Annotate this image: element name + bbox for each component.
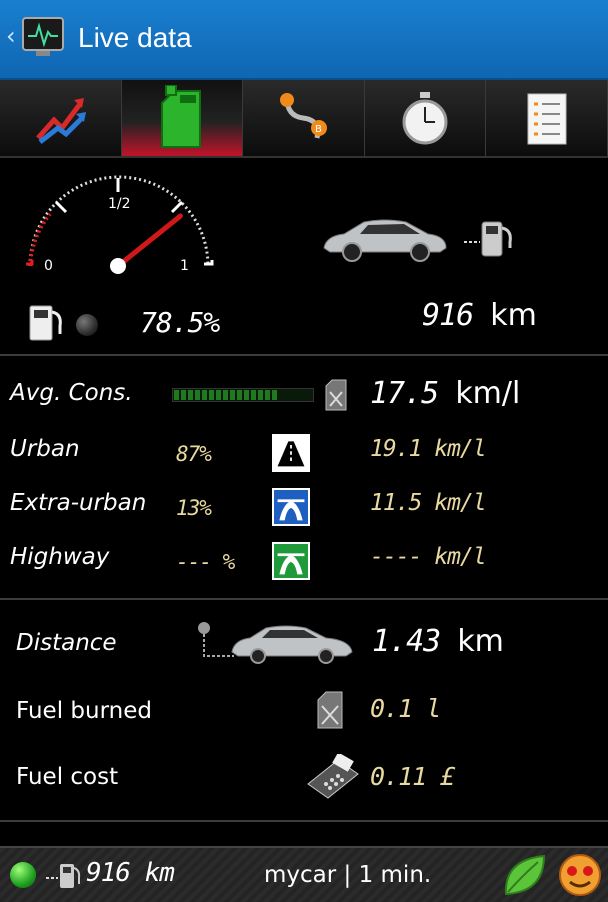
eco-leaf-icon[interactable]	[500, 852, 548, 898]
fuel-indicator-dot	[76, 314, 98, 336]
range-value: 916 km	[422, 298, 537, 333]
title-bar: ‹ Live data	[0, 0, 608, 80]
tab-bar: B	[0, 80, 608, 158]
extra-urban-pct: 13%	[176, 496, 212, 520]
fuel-station-icon	[29, 305, 62, 341]
gauge-label-half: 1/2	[108, 196, 131, 212]
avg-cons-unit: km/l	[455, 376, 521, 411]
urban-value: 19.1 km/l	[370, 436, 487, 462]
car-icon	[323, 219, 447, 262]
checklist-icon	[527, 93, 567, 145]
fuel-burned-value: 0.1 l	[370, 694, 441, 723]
distance-label: Distance	[16, 630, 117, 656]
avg-cons-value: 17.5 km/l	[370, 376, 520, 411]
svg-text:B: B	[315, 124, 322, 135]
divider	[0, 820, 608, 822]
distance-value: 1.43 km	[372, 624, 504, 659]
fuel-level-value: 78.5%	[140, 306, 220, 339]
distance-car-icon	[198, 622, 353, 664]
motorway-green-icon	[272, 542, 310, 580]
urban-road-icon	[272, 434, 310, 472]
status-text: mycar | 1 min.	[264, 862, 432, 888]
fuel-gauge: 1/2 0 1	[26, 175, 214, 274]
chevron-left-icon[interactable]: ‹	[6, 22, 16, 50]
connection-status-dot	[10, 862, 36, 888]
extra-urban-label: Extra-urban	[10, 490, 147, 516]
range-number: 916	[422, 298, 474, 333]
stopwatch-icon	[402, 92, 448, 145]
tab-trends[interactable]	[0, 80, 122, 156]
highway-value: ---- km/l	[370, 544, 487, 570]
highway-pct: --- %	[176, 550, 235, 574]
route-icon: B	[280, 93, 328, 139]
highway-label: Highway	[10, 544, 110, 570]
fuel-cost-value: 0.11 £	[370, 762, 455, 791]
divider	[0, 354, 608, 356]
tab-report[interactable]	[486, 80, 608, 156]
tab-route[interactable]: B	[243, 80, 365, 156]
trend-arrows-icon	[36, 98, 87, 144]
extra-urban-value: 11.5 km/l	[370, 490, 487, 516]
tab-timer[interactable]	[365, 80, 487, 156]
motorway-blue-icon	[272, 488, 310, 526]
divider	[0, 598, 608, 600]
distance-unit: km	[457, 624, 504, 659]
gauge-label-full: 1	[180, 258, 189, 274]
fuel-can-small-icon	[325, 379, 347, 411]
fuel-can-icon	[160, 85, 201, 148]
status-bar: 916 km mycar | 1 min.	[0, 846, 608, 902]
gauge-label-empty: 0	[44, 258, 53, 274]
urban-pct: 87%	[176, 442, 212, 466]
fuel-cost-label: Fuel cost	[16, 764, 119, 790]
distance-number: 1.43	[372, 624, 441, 659]
urban-label: Urban	[10, 436, 80, 462]
status-range: 916 km	[86, 858, 175, 888]
page-title: Live data	[78, 22, 192, 53]
fuel-burned-label: Fuel burned	[16, 698, 152, 724]
driver-mood-icon[interactable]	[556, 852, 604, 898]
payment-terminal-icon	[307, 754, 359, 799]
gauge-needle	[115, 213, 183, 269]
fuel-can-small-icon	[317, 691, 343, 729]
monitor-pulse-icon[interactable]	[20, 14, 66, 60]
avg-cons-label: Avg. Cons.	[10, 380, 133, 406]
avg-cons-bar	[172, 388, 314, 402]
range-unit: km	[490, 298, 537, 333]
avg-cons-number: 17.5	[370, 376, 439, 411]
tab-fuel[interactable]	[121, 80, 244, 156]
fuel-pump-icon	[46, 864, 81, 888]
fuel-pump-icon	[464, 221, 512, 257]
